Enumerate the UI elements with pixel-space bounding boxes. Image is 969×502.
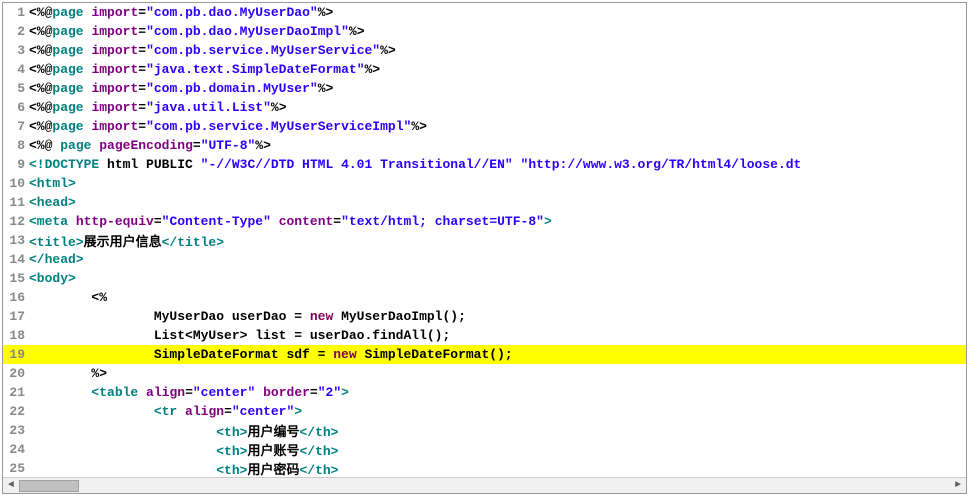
line-number: 10 <box>3 176 29 191</box>
line-number: 18 <box>3 328 29 343</box>
line-number: 24 <box>3 442 29 457</box>
line-content: <head> <box>29 195 966 210</box>
line-content: <body> <box>29 271 966 286</box>
line-number: 2 <box>3 24 29 39</box>
code-line[interactable]: 22 <tr align="center"> <box>3 402 966 421</box>
line-number: 15 <box>3 271 29 286</box>
scroll-thumb[interactable] <box>19 480 79 492</box>
code-line[interactable]: 10<html> <box>3 174 966 193</box>
code-line[interactable]: 6<%@page import="java.util.List"%> <box>3 98 966 117</box>
line-content: List<MyUser> list = userDao.findAll(); <box>29 328 966 343</box>
code-line[interactable]: 24 <th>用户账号</th> <box>3 440 966 459</box>
code-line[interactable]: 9<!DOCTYPE html PUBLIC "-//W3C//DTD HTML… <box>3 155 966 174</box>
line-number: 6 <box>3 100 29 115</box>
line-number: 1 <box>3 5 29 20</box>
code-line[interactable]: 1<%@page import="com.pb.dao.MyUserDao"%> <box>3 3 966 22</box>
code-line[interactable]: 5<%@page import="com.pb.domain.MyUser"%> <box>3 79 966 98</box>
code-line[interactable]: 21 <table align="center" border="2"> <box>3 383 966 402</box>
line-number: 5 <box>3 81 29 96</box>
scroll-track[interactable] <box>19 478 950 494</box>
line-number: 4 <box>3 62 29 77</box>
code-line[interactable]: 14</head> <box>3 250 966 269</box>
line-number: 11 <box>3 195 29 210</box>
code-line[interactable]: 12<meta http-equiv="Content-Type" conten… <box>3 212 966 231</box>
line-content: MyUserDao userDao = new MyUserDaoImpl(); <box>29 309 966 324</box>
code-line[interactable]: 16 <% <box>3 288 966 307</box>
code-line[interactable]: 23 <th>用户编号</th> <box>3 421 966 440</box>
code-editor[interactable]: 1<%@page import="com.pb.dao.MyUserDao"%>… <box>2 2 967 494</box>
line-number: 17 <box>3 309 29 324</box>
code-line[interactable]: 11<head> <box>3 193 966 212</box>
line-content: <html> <box>29 176 966 191</box>
scroll-left-arrow[interactable]: ◄ <box>3 478 19 494</box>
line-content: <%@ page pageEncoding="UTF-8"%> <box>29 138 966 153</box>
line-number: 19 <box>3 347 29 362</box>
line-content: <%@page import="java.text.SimpleDateForm… <box>29 62 966 77</box>
line-number: 7 <box>3 119 29 134</box>
code-line[interactable]: 17 MyUserDao userDao = new MyUserDaoImpl… <box>3 307 966 326</box>
line-number: 8 <box>3 138 29 153</box>
code-line[interactable]: 13<title>展示用户信息</title> <box>3 231 966 250</box>
line-number: 20 <box>3 366 29 381</box>
line-content: <table align="center" border="2"> <box>29 385 966 400</box>
line-content: <%@page import="com.pb.service.MyUserSer… <box>29 119 966 134</box>
code-lines: 1<%@page import="com.pb.dao.MyUserDao"%>… <box>3 3 966 478</box>
line-number: 12 <box>3 214 29 229</box>
line-content: <th>用户编号</th> <box>29 421 966 440</box>
line-content: <%@page import="com.pb.dao.MyUserDao"%> <box>29 5 966 20</box>
code-line[interactable]: 15<body> <box>3 269 966 288</box>
line-number: 16 <box>3 290 29 305</box>
line-number: 14 <box>3 252 29 267</box>
code-line[interactable]: 7<%@page import="com.pb.service.MyUserSe… <box>3 117 966 136</box>
code-line[interactable]: 20 %> <box>3 364 966 383</box>
line-content: %> <box>29 366 966 381</box>
line-number: 25 <box>3 461 29 476</box>
line-number: 13 <box>3 233 29 248</box>
code-line[interactable]: 4<%@page import="java.text.SimpleDateFor… <box>3 60 966 79</box>
code-line[interactable]: 8<%@ page pageEncoding="UTF-8"%> <box>3 136 966 155</box>
code-line[interactable]: 18 List<MyUser> list = userDao.findAll()… <box>3 326 966 345</box>
horizontal-scrollbar[interactable]: ◄ ► <box>3 477 966 493</box>
line-content: <%@page import="com.pb.service.MyUserSer… <box>29 43 966 58</box>
code-line[interactable]: 25 <th>用户密码</th> <box>3 459 966 478</box>
line-content: <th>用户密码</th> <box>29 459 966 478</box>
line-content: <title>展示用户信息</title> <box>29 231 966 250</box>
line-content: <tr align="center"> <box>29 404 966 419</box>
line-content: <th>用户账号</th> <box>29 440 966 459</box>
scroll-right-arrow[interactable]: ► <box>950 478 966 494</box>
code-line[interactable]: 19 SimpleDateFormat sdf = new SimpleDate… <box>3 345 966 364</box>
line-content: <% <box>29 290 966 305</box>
line-content: </head> <box>29 252 966 267</box>
line-content: <%@page import="com.pb.domain.MyUser"%> <box>29 81 966 96</box>
line-content: <%@page import="java.util.List"%> <box>29 100 966 115</box>
line-content: <meta http-equiv="Content-Type" content=… <box>29 214 966 229</box>
line-content: SimpleDateFormat sdf = new SimpleDateFor… <box>29 347 966 362</box>
line-number: 23 <box>3 423 29 438</box>
code-line[interactable]: 2<%@page import="com.pb.dao.MyUserDaoImp… <box>3 22 966 41</box>
line-number: 21 <box>3 385 29 400</box>
line-content: <%@page import="com.pb.dao.MyUserDaoImpl… <box>29 24 966 39</box>
line-number: 9 <box>3 157 29 172</box>
code-line[interactable]: 3<%@page import="com.pb.service.MyUserSe… <box>3 41 966 60</box>
line-number: 3 <box>3 43 29 58</box>
line-content: <!DOCTYPE html PUBLIC "-//W3C//DTD HTML … <box>29 157 966 172</box>
line-number: 22 <box>3 404 29 419</box>
